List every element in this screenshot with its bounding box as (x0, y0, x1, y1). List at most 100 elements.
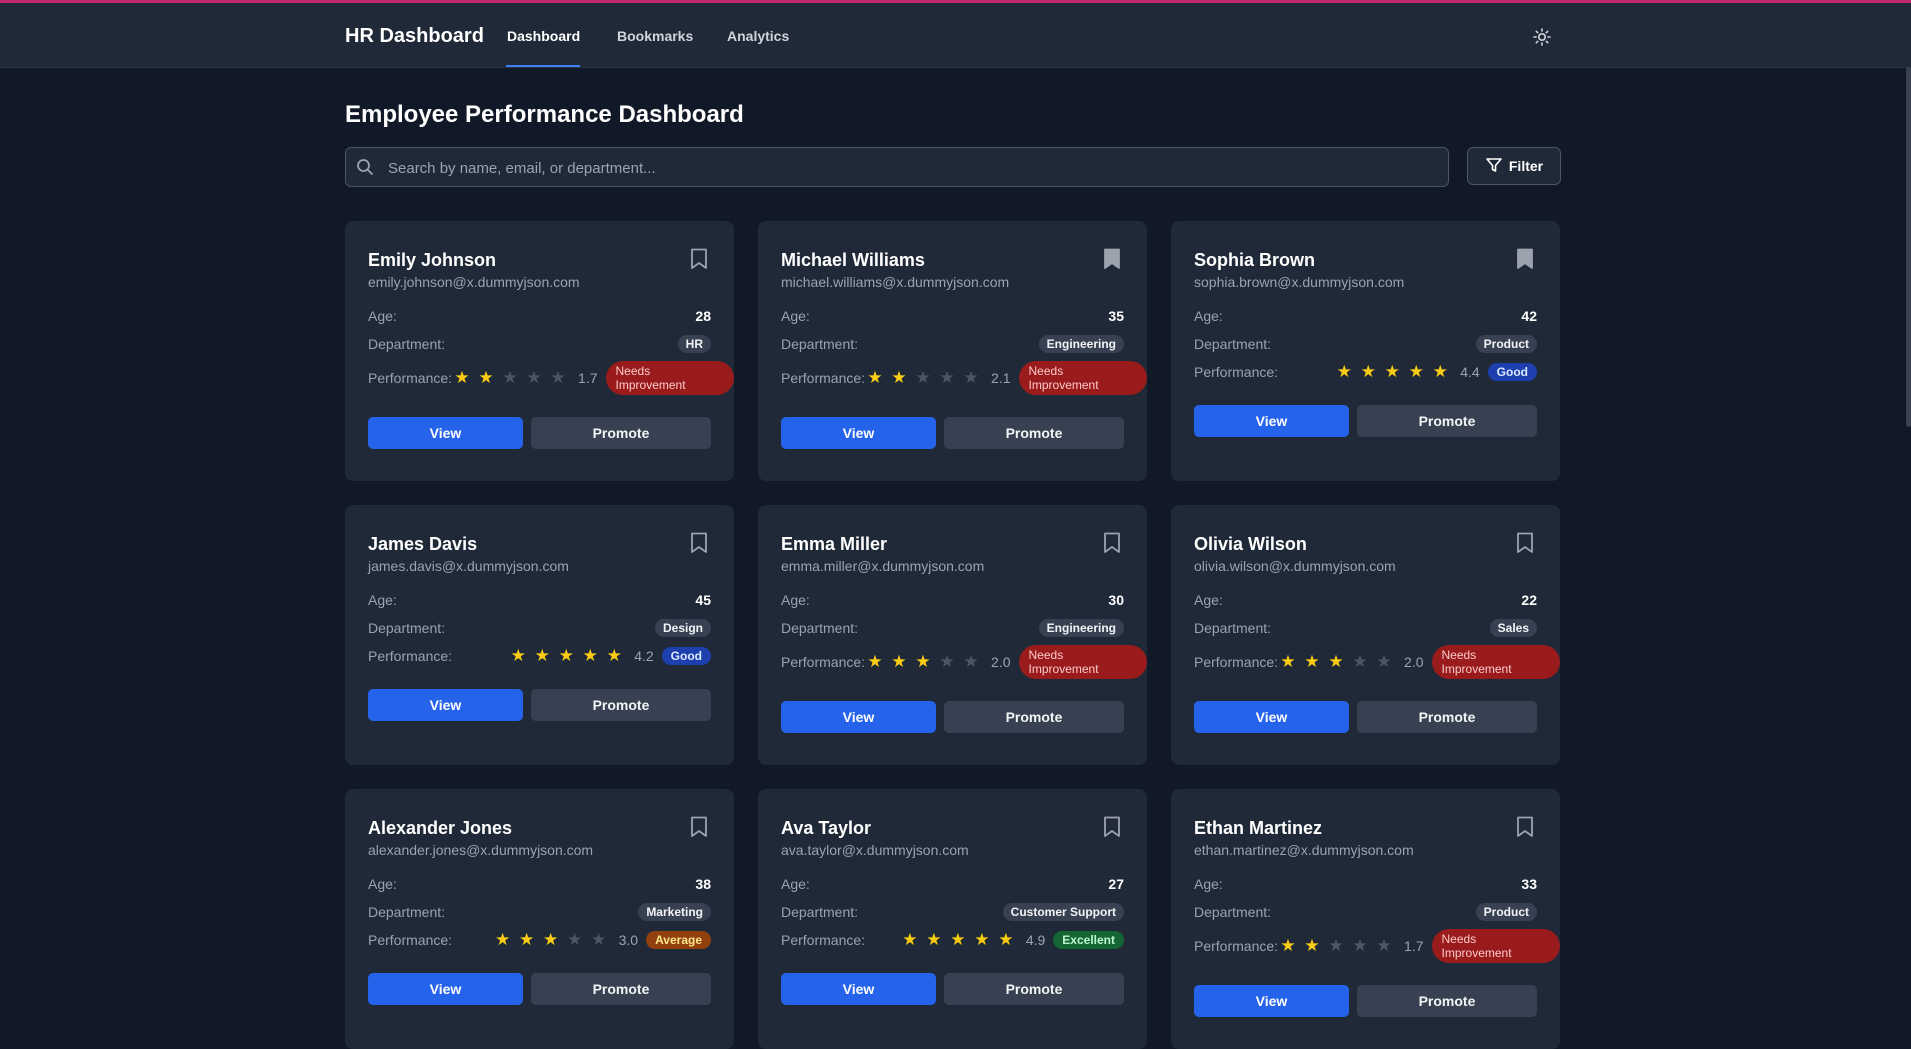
bookmark-icon[interactable] (690, 532, 708, 554)
star-icon: ★ (998, 930, 1014, 949)
star-icon: ★ (963, 368, 979, 387)
view-button[interactable]: View (368, 689, 523, 721)
star-icon: ★ (1280, 936, 1296, 955)
card-actions: View Promote (1194, 985, 1537, 1017)
view-button[interactable]: View (1194, 405, 1349, 437)
bookmark-icon[interactable] (1516, 816, 1534, 838)
employee-email: ethan.martinez@x.dummyjson.com (1194, 842, 1414, 858)
promote-button[interactable]: Promote (1357, 405, 1537, 437)
status-badge: Needs Improvement (1018, 361, 1147, 395)
employee-email: sophia.brown@x.dummyjson.com (1194, 274, 1405, 290)
department-label: Department: (368, 620, 446, 636)
star-icon: ★ (502, 368, 518, 387)
age-value: 42 (1521, 308, 1537, 324)
age-value: 35 (1108, 308, 1124, 324)
view-button[interactable]: View (781, 973, 936, 1005)
age-row: Age: 28 (368, 305, 711, 327)
view-button[interactable]: View (1194, 985, 1349, 1017)
bookmark-icon[interactable] (1103, 816, 1121, 838)
bookmark-icon[interactable] (690, 248, 708, 270)
view-button[interactable]: View (1194, 701, 1349, 733)
promote-button[interactable]: Promote (944, 417, 1124, 449)
star-icon: ★ (534, 646, 550, 665)
age-label: Age: (1194, 592, 1223, 608)
age-label: Age: (781, 592, 810, 608)
bookmark-icon[interactable] (1516, 248, 1534, 270)
department-badge: Engineering (1038, 619, 1124, 637)
age-label: Age: (368, 592, 397, 608)
department-label: Department: (368, 336, 446, 352)
star-icon: ★ (950, 930, 966, 949)
promote-button[interactable]: Promote (944, 701, 1124, 733)
age-label: Age: (781, 308, 810, 324)
bookmark-icon[interactable] (1103, 248, 1121, 270)
star-icon: ★ (1328, 936, 1344, 955)
promote-button[interactable]: Promote (1357, 985, 1537, 1017)
brand-title[interactable]: HR Dashboard (345, 25, 484, 48)
sun-icon[interactable] (1532, 27, 1552, 47)
employee-card: Alexander Jones alexander.jones@x.dummyjs… (345, 789, 734, 1049)
search-icon (356, 158, 374, 176)
star-icon: ★ (606, 646, 622, 665)
rating-value: 2.1 (991, 370, 1011, 386)
age-value: 45 (695, 592, 711, 608)
employee-email: alexander.jones@x.dummyjson.com (368, 842, 594, 858)
star-icon: ★ (939, 652, 955, 671)
filter-button[interactable]: Filter (1467, 147, 1561, 185)
card-actions: View Promote (781, 973, 1124, 1005)
page-scrollbar[interactable] (1906, 67, 1911, 427)
star-icon: ★ (582, 646, 598, 665)
performance-label: Performance: (781, 370, 866, 386)
promote-button[interactable]: Promote (1357, 701, 1537, 733)
star-icon: ★ (454, 368, 470, 387)
age-row: Age: 30 (781, 589, 1124, 611)
department-row: Department: Engineering (781, 617, 1124, 639)
nav-link-bookmarks[interactable]: Bookmarks (617, 28, 693, 44)
view-button[interactable]: View (368, 973, 523, 1005)
star-icon: ★ (974, 930, 990, 949)
promote-button[interactable]: Promote (944, 973, 1124, 1005)
promote-button[interactable]: Promote (531, 417, 711, 449)
rating-value: 3.0 (618, 932, 639, 948)
filter-label: Filter (1508, 158, 1544, 174)
view-button[interactable]: View (781, 417, 936, 449)
view-button[interactable]: View (781, 701, 936, 733)
employee-email: michael.williams@x.dummyjson.com (781, 274, 1010, 290)
department-row: Department: HR (368, 333, 711, 355)
nav-link-dashboard[interactable]: Dashboard (507, 28, 580, 44)
employee-name: Olivia Wilson (1194, 534, 1307, 554)
star-icon: ★ (510, 646, 526, 665)
department-badge: Product (1475, 903, 1537, 921)
age-row: Age: 35 (781, 305, 1124, 327)
employee-card: James Davis james.davis@x.dummyjson.com Ag… (345, 505, 734, 765)
status-badge: Good (661, 647, 711, 665)
rating-value: 4.9 (1025, 932, 1046, 948)
bookmark-icon[interactable] (1516, 532, 1534, 554)
performance-rating: ★ ★ ★ ★ ★ 4.2 Good (508, 646, 711, 666)
bookmark-icon[interactable] (1103, 532, 1121, 554)
star-icon: ★ (915, 652, 931, 671)
employee-name: Michael Williams (781, 250, 925, 270)
star-icon: ★ (1384, 362, 1400, 381)
employee-card: Ethan Martinez ethan.martinez@x.dummyjson… (1171, 789, 1560, 1049)
star-icon: ★ (1304, 936, 1320, 955)
employee-email: james.davis@x.dummyjson.com (368, 558, 569, 574)
employee-card: Olivia Wilson olivia.wilson@x.dummyjson.c… (1171, 505, 1560, 765)
performance-rating: ★ ★ ★ ★ ★ 3.0 Average (493, 930, 711, 950)
performance-row: Performance: ★ ★ ★ ★ ★ 2.0 Needs Improvement (781, 645, 1147, 679)
department-label: Department: (1194, 620, 1272, 636)
star-icon: ★ (526, 368, 542, 387)
age-row: Age: 38 (368, 873, 711, 895)
promote-button[interactable]: Promote (531, 689, 711, 721)
age-label: Age: (1194, 308, 1223, 324)
nav-link-analytics[interactable]: Analytics (727, 28, 789, 44)
rating-value: 1.7 (578, 370, 598, 386)
star-icon: ★ (1352, 936, 1368, 955)
search-input[interactable] (386, 148, 1440, 188)
star-icon: ★ (963, 652, 979, 671)
top-navbar: HR Dashboard Dashboard Bookmarks Analyti… (0, 3, 1911, 68)
bookmark-icon[interactable] (690, 816, 708, 838)
view-button[interactable]: View (368, 417, 523, 449)
status-badge: Excellent (1053, 931, 1124, 949)
promote-button[interactable]: Promote (531, 973, 711, 1005)
